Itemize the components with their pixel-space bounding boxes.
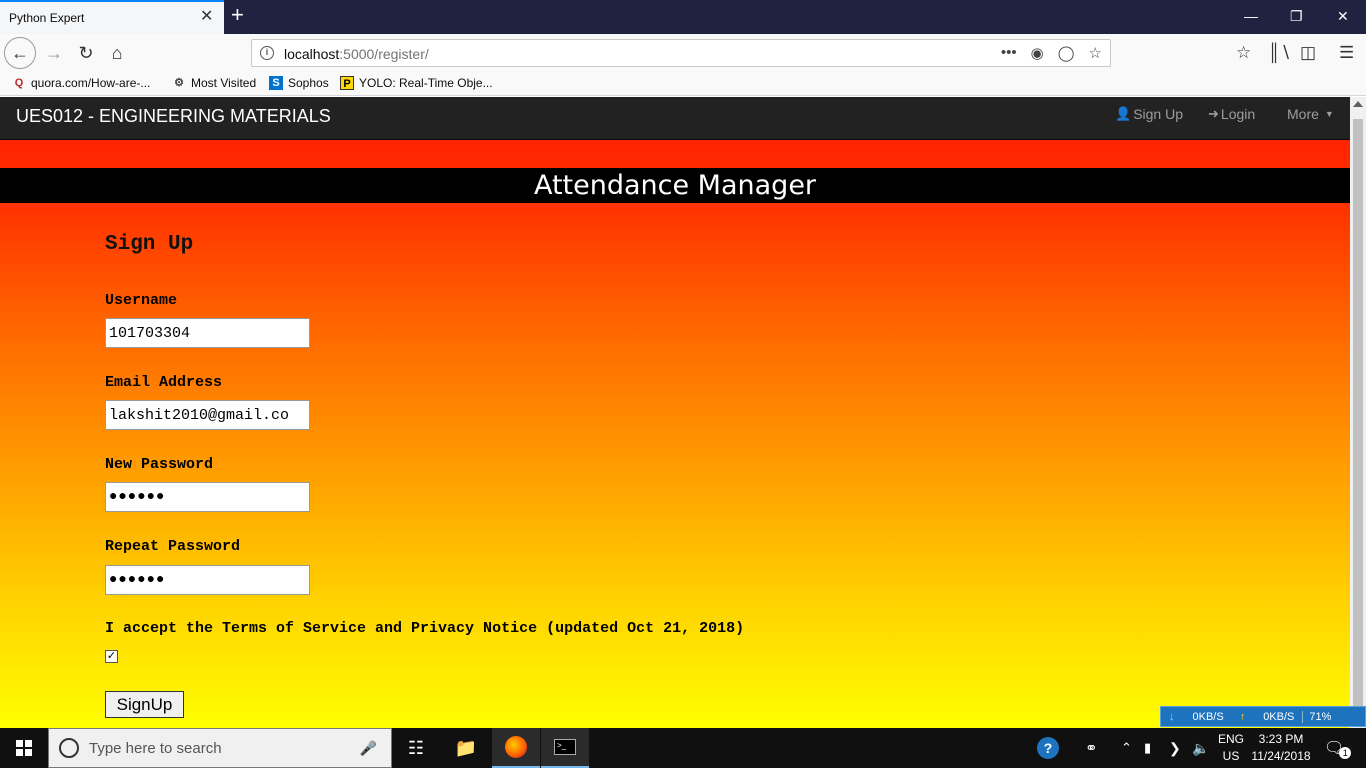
notification-count: 1	[1339, 747, 1352, 759]
form-heading: Sign Up	[105, 233, 194, 256]
user-icon: 👤	[1115, 106, 1132, 121]
scroll-up-icon[interactable]	[1353, 101, 1363, 107]
task-view-icon[interactable]: ☷	[392, 728, 440, 768]
page-banner: Attendance Manager	[0, 168, 1350, 203]
windows-taskbar: Type here to search 🎤 ☷ 📁 >_ ? ⚭ ⌃ ▮ ❯ 🔈…	[0, 728, 1366, 768]
bookmark-yolo[interactable]: P YOLO: Real-Time Obje...	[340, 76, 493, 90]
bookmark-label: YOLO: Real-Time Obje...	[359, 76, 493, 90]
loading-icon: ◯	[1057, 45, 1075, 62]
bookmark-most-visited[interactable]: ⚙ Most Visited	[172, 76, 256, 90]
caret-down-icon: ▼	[1324, 109, 1334, 119]
gear-icon: ⚙	[174, 77, 184, 89]
nav-signup-label: Sign Up	[1133, 106, 1183, 122]
language-indicator[interactable]: ENG US	[1217, 731, 1245, 765]
url-text[interactable]: localhost:5000/register/	[284, 46, 429, 62]
clock-date: 11/24/2018	[1251, 749, 1311, 763]
bookmark-label: Sophos	[288, 76, 329, 90]
site-navbar: UES012 - ENGINEERING MATERIALS 👤 Sign Up…	[0, 97, 1350, 140]
scroll-thumb[interactable]	[1353, 119, 1363, 719]
banner-title: Attendance Manager	[533, 170, 817, 201]
nav-more-label: More	[1287, 106, 1319, 122]
restore-icon[interactable]: ❐	[1290, 8, 1303, 24]
taskbar-search[interactable]: Type here to search 🎤	[48, 728, 392, 768]
signup-button[interactable]: SignUp	[105, 691, 184, 718]
library-icon[interactable]: ║∖	[1268, 43, 1291, 63]
url-path: :5000/register/	[339, 46, 429, 62]
net-speed-widget: ↓ 0KB/S ↑ 0KB/S 71%	[1160, 706, 1366, 727]
site-brand[interactable]: UES012 - ENGINEERING MATERIALS	[16, 106, 331, 127]
battery-icon[interactable]: ▮	[1144, 728, 1151, 768]
upload-speed: 0KB/S	[1263, 710, 1295, 723]
terminal-icon[interactable]: >_	[541, 728, 589, 768]
upload-arrow-icon: ↑	[1239, 710, 1246, 723]
quora-icon: Q	[14, 77, 24, 89]
file-explorer-icon[interactable]: 📁	[442, 728, 490, 768]
username-label: Username	[105, 292, 178, 309]
bookmark-quora[interactable]: Q quora.com/How-are-...	[12, 76, 151, 90]
web-page: UES012 - ENGINEERING MATERIALS 👤 Sign Up…	[0, 97, 1350, 728]
terms-checkbox[interactable]: ✓	[105, 650, 118, 663]
language-code: ENG	[1217, 732, 1244, 746]
cortana-icon	[59, 738, 79, 758]
nav-signup-link[interactable]: 👤 Sign Up	[1115, 106, 1183, 122]
page-actions-icon[interactable]: •••	[1001, 44, 1017, 62]
tab-close-icon[interactable]: ✕	[200, 9, 213, 25]
minimize-icon[interactable]: —	[1244, 8, 1258, 24]
pocket-icon[interactable]: ◉	[1031, 44, 1044, 62]
browser-tab-bar: Python Expert ✕ + — ❐ ✕	[0, 0, 1366, 34]
address-bar[interactable]: i localhost:5000/register/ ••• ◉ ◯ ☆	[251, 39, 1111, 67]
sidebar-icon[interactable]: ◫	[1300, 43, 1316, 63]
action-center-icon[interactable]: 🗨 1	[1324, 728, 1352, 768]
page-scrollbar[interactable]	[1350, 97, 1366, 728]
forward-arrow-icon[interactable]: →	[38, 37, 70, 69]
show-hidden-icons-icon[interactable]: ⌃	[1121, 728, 1132, 768]
new-tab-button[interactable]: +	[231, 4, 244, 26]
bookmarks-bar: Q quora.com/How-are-... ⚙ Most Visited S…	[0, 72, 1366, 96]
home-icon[interactable]: ⌂	[101, 37, 133, 69]
nav-login-label: Login	[1220, 106, 1256, 122]
bookmark-star-icon[interactable]: ☆	[1089, 44, 1102, 62]
start-button[interactable]	[0, 728, 48, 768]
help-icon[interactable]: ?	[1037, 728, 1059, 768]
bookmarks-star-icon[interactable]: ☆	[1236, 43, 1251, 63]
site-info-icon[interactable]: i	[260, 46, 274, 60]
window-close-icon[interactable]: ✕	[1337, 8, 1349, 24]
bookmark-sophos[interactable]: S Sophos	[269, 76, 329, 90]
clock-time: 3:23 PM	[1258, 732, 1304, 746]
windows-logo-icon	[16, 740, 32, 756]
volume-icon[interactable]: 🔈	[1192, 728, 1209, 768]
firefox-icon[interactable]	[492, 728, 540, 768]
login-icon: ➜	[1208, 106, 1219, 121]
sophos-icon: S	[269, 76, 283, 90]
taskbar-clock[interactable]: 3:23 PM 11/24/2018	[1250, 731, 1312, 765]
email-label: Email Address	[105, 374, 223, 391]
bookmark-label: quora.com/How-are-...	[31, 76, 151, 90]
usage-percent: 71%	[1309, 710, 1332, 723]
password-input[interactable]: ●●●●●●	[105, 482, 310, 512]
search-placeholder: Type here to search	[89, 739, 222, 757]
people-icon[interactable]: ⚭	[1085, 728, 1098, 768]
repeat-password-input[interactable]: ●●●●●●	[105, 565, 310, 595]
browser-tab[interactable]: Python Expert ✕	[0, 0, 224, 34]
bookmark-label: Most Visited	[191, 76, 257, 90]
tab-title: Python Expert	[9, 11, 85, 25]
browser-navigation-bar: ← → ↻ ⌂ i localhost:5000/register/ ••• ◉…	[0, 34, 1366, 72]
url-host: localhost	[284, 46, 340, 62]
username-input[interactable]: 101703304	[105, 318, 310, 348]
reload-icon[interactable]: ↻	[70, 37, 102, 69]
region-code: US	[1222, 749, 1240, 763]
repeat-password-label: Repeat Password	[105, 538, 241, 555]
microphone-icon[interactable]: 🎤	[360, 740, 377, 757]
password-label: New Password	[105, 456, 214, 473]
download-arrow-icon: ↓	[1169, 710, 1175, 723]
nav-more-dropdown[interactable]: More ▼	[1287, 106, 1334, 122]
hamburger-menu-icon[interactable]: ☰	[1339, 43, 1354, 63]
yolo-icon: P	[340, 76, 354, 90]
nav-login-link[interactable]: ➜ Login	[1208, 106, 1255, 122]
wifi-icon[interactable]: ❯	[1169, 728, 1181, 768]
back-arrow-icon[interactable]: ←	[4, 37, 36, 69]
email-input[interactable]: lakshit2010@gmail.co	[105, 400, 310, 430]
terms-label: I accept the Terms of Service and Privac…	[105, 620, 745, 637]
download-speed: 0KB/S	[1192, 710, 1224, 723]
